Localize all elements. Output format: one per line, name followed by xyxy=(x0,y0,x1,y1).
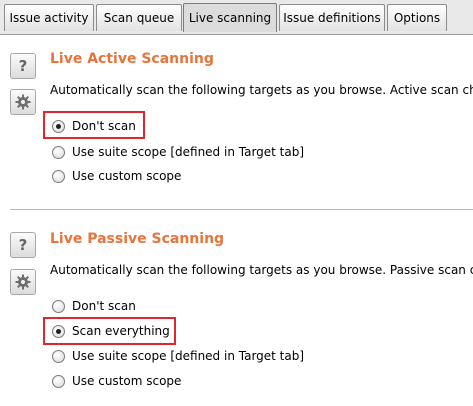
passive-scan-everything-radio[interactable]: Scan everything xyxy=(52,322,170,340)
passive-scanning-title: Live Passive Scanning xyxy=(50,231,225,247)
radio-label: Use suite scope [defined in Target tab] xyxy=(72,349,305,363)
passive-dont-scan-radio[interactable]: Don't scan xyxy=(52,297,136,315)
gear-icon[interactable] xyxy=(10,89,36,115)
active-dont-scan-radio[interactable]: Don't scan xyxy=(52,117,136,135)
radio-label: Don't scan xyxy=(72,119,136,133)
active-custom-scope-radio[interactable]: Use custom scope xyxy=(52,167,181,185)
radio-button[interactable] xyxy=(52,299,65,313)
help-icon[interactable]: ? xyxy=(10,53,36,79)
passive-suite-scope-radio[interactable]: Use suite scope [defined in Target tab] xyxy=(52,347,304,365)
tab-bar: Issue activity Scan queue Live scanning … xyxy=(0,0,473,35)
tab-issue-activity[interactable]: Issue activity xyxy=(4,4,94,31)
radio-label: Don't scan xyxy=(72,299,136,313)
radio-button[interactable] xyxy=(52,119,65,133)
radio-button[interactable] xyxy=(52,374,65,388)
tab-live-scanning[interactable]: Live scanning xyxy=(183,3,277,32)
radio-label: Use suite scope [defined in Target tab] xyxy=(72,145,305,159)
active-scanning-title: Live Active Scanning xyxy=(50,51,214,67)
radio-button[interactable] xyxy=(52,349,65,363)
gear-icon[interactable] xyxy=(10,269,36,295)
radio-button[interactable] xyxy=(52,145,65,159)
tab-scan-queue[interactable]: Scan queue xyxy=(96,4,182,31)
passive-scanning-description: Automatically scan the following targets… xyxy=(50,263,473,277)
help-icon[interactable]: ? xyxy=(10,232,36,258)
radio-button[interactable] xyxy=(52,169,65,183)
tab-issue-definitions[interactable]: Issue definitions xyxy=(279,4,385,31)
radio-label: Use custom scope xyxy=(72,374,182,388)
active-suite-scope-radio[interactable]: Use suite scope [defined in Target tab] xyxy=(52,143,304,161)
radio-label: Scan everything xyxy=(72,324,170,338)
radio-button[interactable] xyxy=(52,324,65,338)
tab-options[interactable]: Options xyxy=(387,4,447,31)
radio-label: Use custom scope xyxy=(72,169,182,183)
section-divider xyxy=(10,209,473,210)
active-scanning-description: Automatically scan the following targets… xyxy=(50,83,473,97)
passive-custom-scope-radio[interactable]: Use custom scope xyxy=(52,372,181,390)
